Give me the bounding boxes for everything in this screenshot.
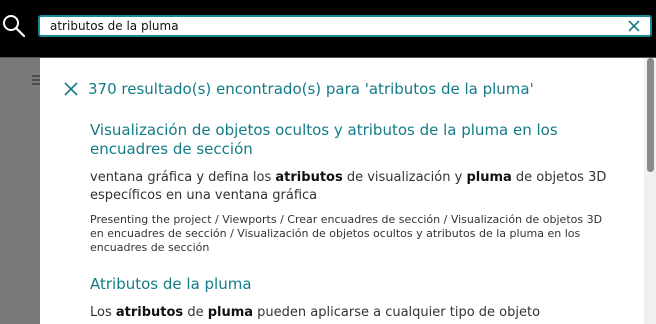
result-title-link[interactable]: Visualización de objetos ocultos y atrib… xyxy=(90,121,610,159)
result-count: 370 resultado(s) encontrado(s) para 'atr… xyxy=(88,80,534,98)
search-box xyxy=(38,15,652,37)
result-snippet: ventana gráfica y defina los atributos d… xyxy=(90,170,607,203)
scrollbar[interactable] xyxy=(644,58,656,324)
search-result: Visualización de objetos ocultos y atrib… xyxy=(90,121,610,255)
close-icon[interactable] xyxy=(628,20,640,32)
result-breadcrumb: Presenting the project / Viewports / Cre… xyxy=(90,213,603,254)
results-header: 370 resultado(s) encontrado(s) para 'atr… xyxy=(64,80,534,98)
search-input[interactable] xyxy=(50,17,610,35)
search-result: Atributos de la pluma Los atributos de p… xyxy=(90,275,610,322)
search-results-panel: 370 resultado(s) encontrado(s) para 'atr… xyxy=(40,58,644,324)
scrollbar-thumb[interactable] xyxy=(647,58,654,172)
search-icon[interactable] xyxy=(2,14,26,38)
close-icon[interactable] xyxy=(64,82,78,96)
result-title-link[interactable]: Atributos de la pluma xyxy=(90,275,610,294)
background-page xyxy=(0,58,40,324)
top-search-bar xyxy=(0,0,656,58)
result-snippet: Los atributos de pluma pueden aplicarse … xyxy=(90,305,541,320)
